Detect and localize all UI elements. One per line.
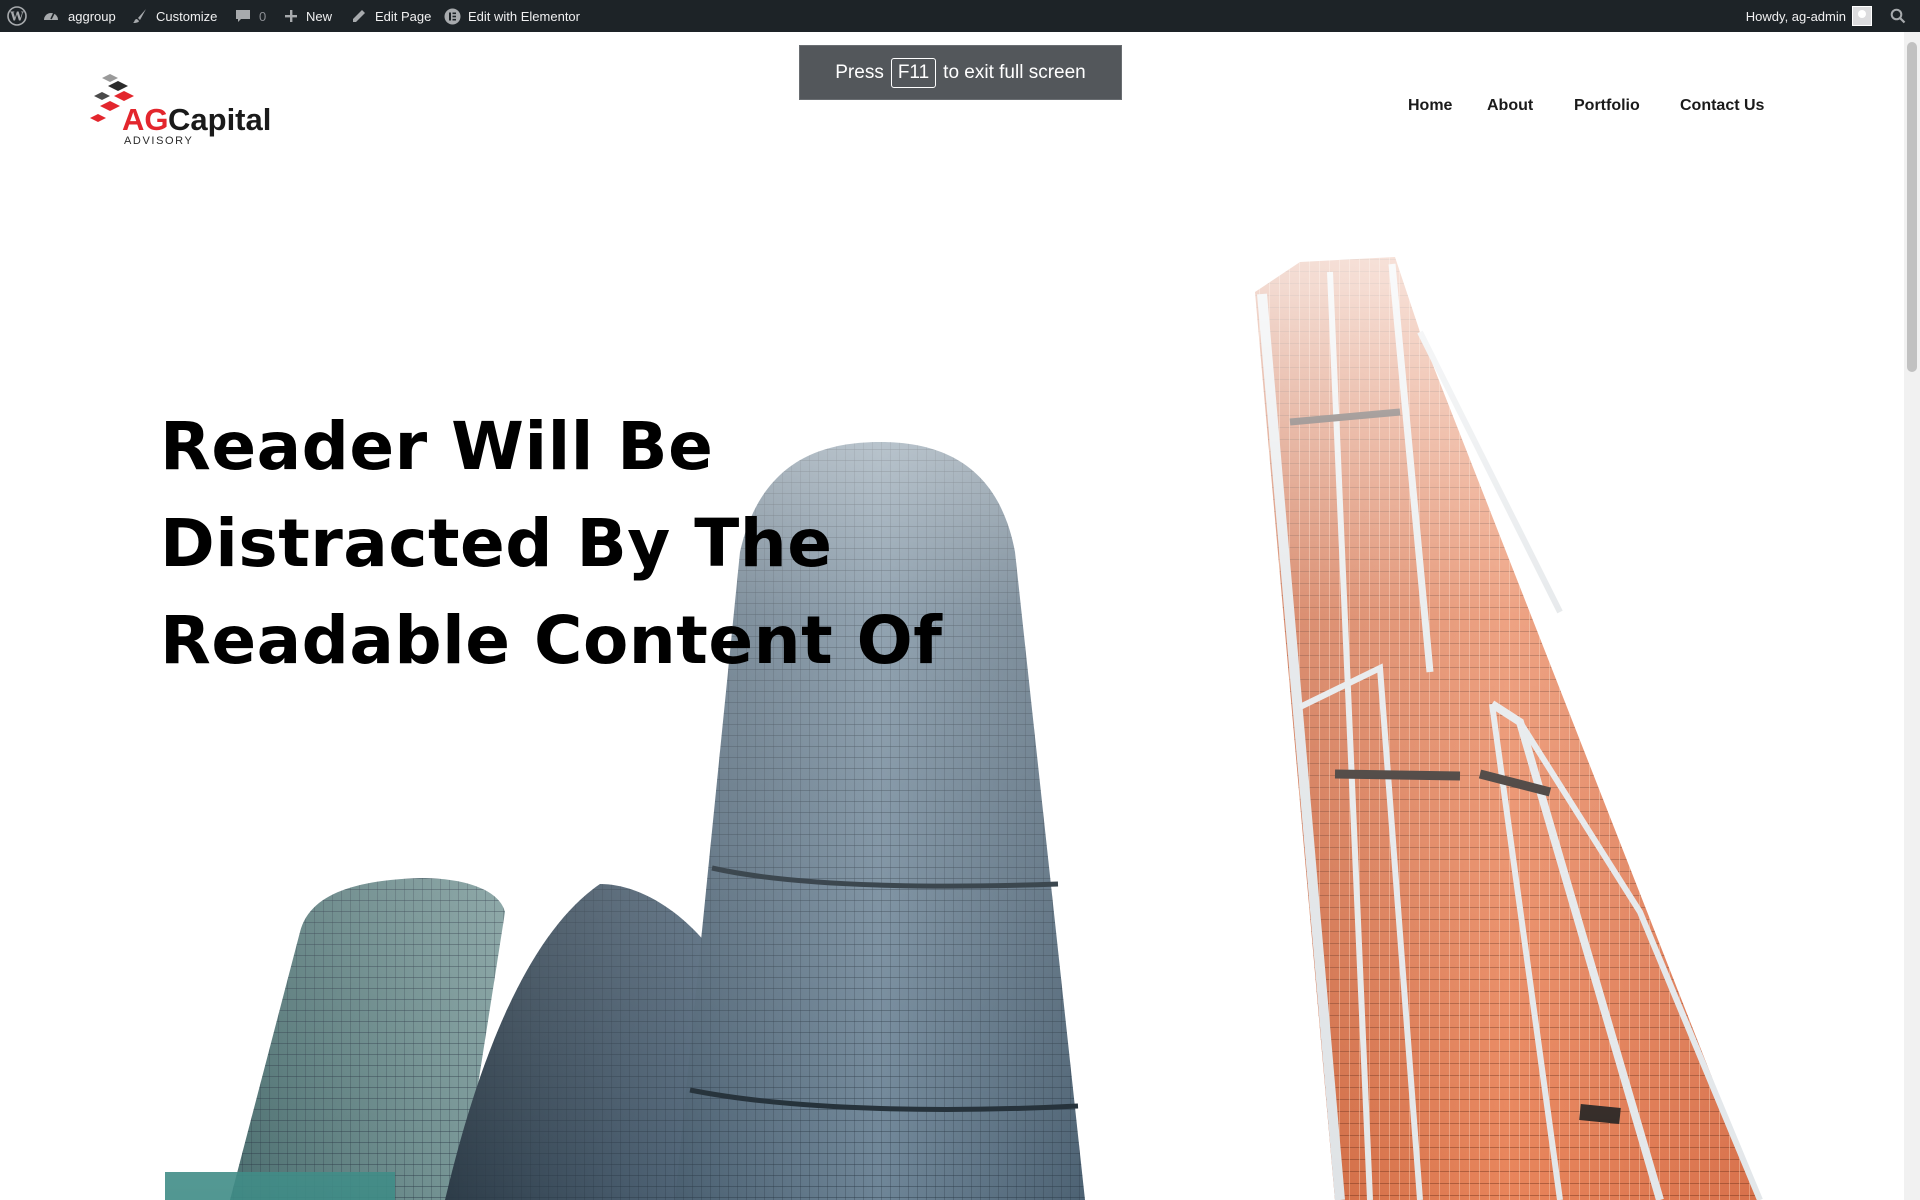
hero-heading-line-1: Reader Will Be	[160, 408, 714, 485]
hero-heading-line-2: Distracted By The	[160, 505, 833, 582]
comments-link[interactable]: 0	[235, 0, 266, 32]
hero-heading: Reader Will Be Distracted By The Readabl…	[160, 398, 943, 689]
fullscreen-notice: Press F11 to exit full screen	[799, 45, 1122, 100]
f11-key-badge: F11	[890, 57, 937, 88]
pencil-icon	[353, 10, 365, 22]
fullscreen-notice-suffix: to exit full screen	[943, 61, 1086, 83]
dashboard-icon	[44, 12, 58, 20]
logo-capital-text: Capital	[168, 102, 271, 137]
nav-item-contact-us[interactable]: Contact Us	[1680, 97, 1780, 121]
avatar	[1852, 6, 1872, 26]
comments-count: 0	[259, 8, 267, 24]
new-content-menu[interactable]: New	[284, 0, 332, 32]
wordpress-logo-icon[interactable]: W	[7, 0, 27, 32]
main-navigation: Home About Portfolio Contact Us	[1408, 97, 1780, 121]
plus-icon	[285, 10, 297, 22]
my-account-menu[interactable]: Howdy, ag-admin	[1746, 0, 1872, 32]
customize-link[interactable]: Customize	[132, 0, 217, 32]
logo-tagline: ADVISORY	[124, 135, 193, 147]
elementor-icon	[444, 8, 461, 24]
edit-page-label: Edit Page	[375, 8, 432, 24]
howdy-label: Howdy, ag-admin	[1745, 8, 1846, 24]
edit-elementor-label: Edit with Elementor	[468, 8, 580, 24]
comment-bubble-icon	[236, 10, 250, 22]
nav-item-home[interactable]: Home	[1408, 97, 1487, 121]
hero-heading-line-3: Readable Content Of	[160, 602, 943, 679]
site-logo[interactable]: AG Capital ADVISORY	[88, 72, 288, 152]
edit-page-link[interactable]: Edit Page	[351, 0, 431, 32]
customize-label: Customize	[156, 8, 218, 24]
logo-ag-text: AG	[122, 102, 169, 137]
paintbrush-icon	[133, 9, 146, 23]
wp-admin-bar: W aggroup Customize 0 New Edit Page Edit…	[0, 0, 1920, 32]
fullscreen-notice-prefix: Press	[835, 61, 884, 83]
site-name-menu[interactable]: aggroup	[42, 0, 116, 32]
nav-item-portfolio[interactable]: Portfolio	[1574, 97, 1680, 121]
agcapital-logo-mark: AG Capital ADVISORY	[90, 74, 271, 147]
page-scrollbar[interactable]	[1904, 32, 1920, 1200]
svg-text:W: W	[9, 10, 24, 24]
site-name-label: aggroup	[68, 8, 116, 24]
search-icon[interactable]	[1890, 0, 1906, 32]
edit-elementor-link[interactable]: Edit with Elementor	[444, 0, 580, 32]
nav-item-about[interactable]: About	[1487, 97, 1574, 121]
new-label: New	[306, 8, 333, 24]
scrollbar-thumb[interactable]	[1907, 42, 1917, 372]
